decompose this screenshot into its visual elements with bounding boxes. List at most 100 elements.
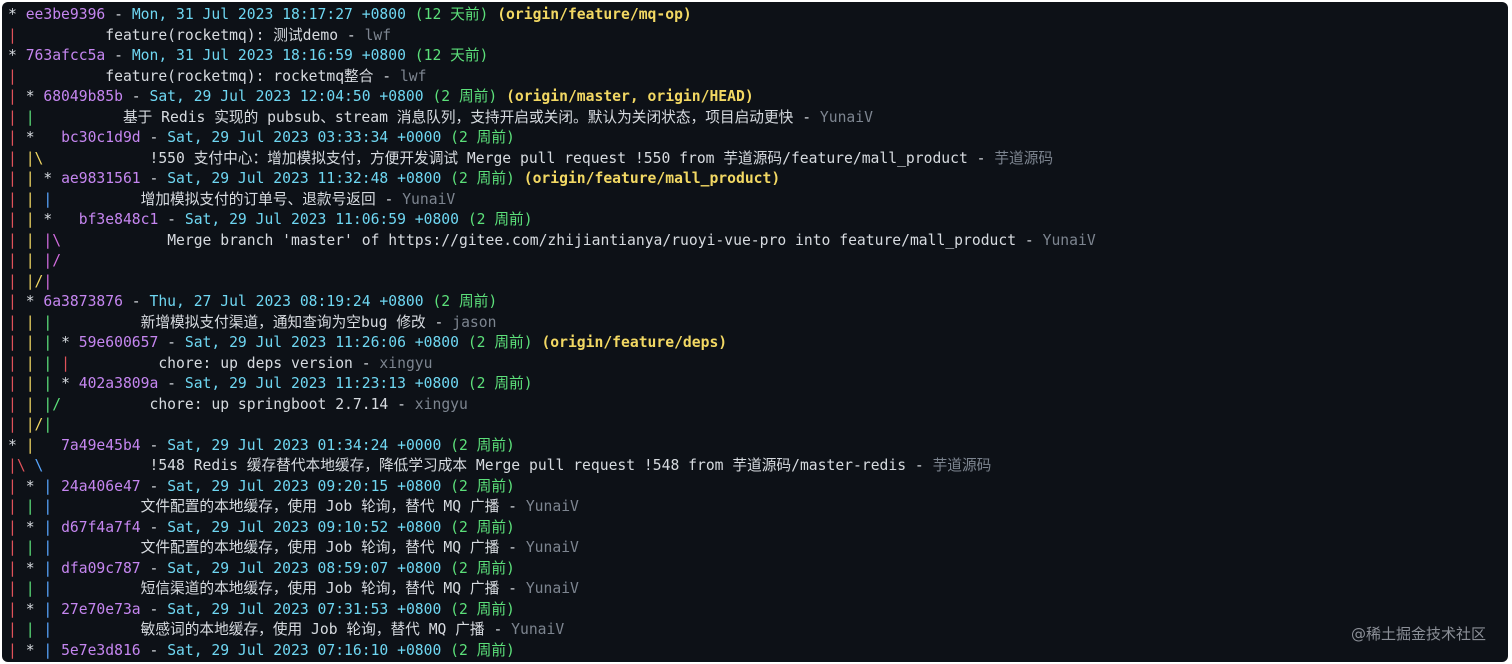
graph-segment: |: [8, 518, 26, 536]
commit-subject: 增加模拟支付的订单号、退款号返回: [140, 190, 376, 208]
graph-segment: *: [25, 600, 44, 618]
graph-segment: |: [8, 272, 26, 290]
commit-author: YunaiV: [511, 621, 565, 638]
separator: -: [140, 600, 168, 618]
separator: -: [158, 375, 185, 392]
commit-hash[interactable]: bf3e848c1: [79, 211, 159, 228]
commit-message-line: | feature(rocketmq): rocketmq整合 - lwf: [8, 67, 1508, 88]
branch-refs[interactable]: (origin/feature/deps): [541, 334, 727, 351]
relative-time: (2 周前): [450, 641, 515, 659]
relative-time: (2 周前): [450, 559, 515, 577]
commit-date: Sat, 29 Jul 2023 09:10:52 +0800: [167, 518, 442, 536]
graph-segment: |: [43, 621, 53, 638]
separator: -: [140, 170, 168, 187]
separator: -: [158, 211, 185, 228]
commit-hash[interactable]: 402a3809a: [79, 375, 159, 392]
graph-segment: |: [43, 313, 53, 331]
graph-segment: |: [25, 395, 44, 413]
graph-segment: |/: [25, 416, 44, 433]
padding: [61, 232, 167, 249]
commit-message-line: | | | 增加模拟支付的订单号、退款号返回 - YunaiV: [8, 190, 1508, 211]
separator: -: [425, 313, 453, 331]
graph-segment: |: [8, 26, 17, 44]
branch-refs[interactable]: (origin/feature/mall_product): [524, 170, 780, 187]
commit-date: Sat, 29 Jul 2023 07:16:10 +0800: [167, 641, 442, 659]
branch-refs[interactable]: (origin/feature/mq-op): [497, 6, 692, 23]
graph-segment: *: [43, 170, 62, 187]
graph-segment: |: [43, 539, 53, 556]
graph-segment: |: [43, 498, 53, 515]
commit-hash[interactable]: 24a406e47: [61, 478, 141, 495]
padding: [17, 68, 105, 85]
separator: -: [338, 26, 365, 44]
separator: -: [105, 47, 132, 64]
commit-line: | * | d67f4a7f4 - Sat, 29 Jul 2023 09:10…: [8, 518, 1508, 539]
commit-author: lwf: [364, 26, 392, 44]
commit-date: Sat, 29 Jul 2023 11:06:59 +0800: [184, 211, 459, 228]
graph-segment: |: [8, 539, 26, 556]
commit-line: | | * ae9831561 - Sat, 29 Jul 2023 11:32…: [8, 169, 1508, 190]
commit-hash[interactable]: 68049b85b: [43, 88, 123, 105]
separator: -: [140, 518, 168, 536]
graph-segment: |: [25, 170, 44, 187]
graph-segment: |: [25, 211, 44, 228]
separator: -: [388, 395, 415, 413]
commit-hash[interactable]: 6a3873876: [43, 293, 123, 310]
separator: -: [1016, 231, 1043, 249]
commit-hash[interactable]: 27e70e73a: [61, 601, 141, 618]
commit-date: Thu, 27 Jul 2023 08:19:24 +0800: [149, 293, 424, 310]
commit-author: xingyu: [379, 354, 433, 372]
commit-author: YunaiV: [525, 498, 579, 515]
relative-time: (2 周前): [450, 518, 515, 536]
graph-segment: |: [43, 641, 62, 659]
commit-line: | * 6a3873876 - Thu, 27 Jul 2023 08:19:2…: [8, 292, 1508, 313]
commit-hash[interactable]: 7a49e45b4: [61, 437, 141, 454]
padding: [52, 314, 140, 331]
commit-hash[interactable]: 5e7e3d816: [61, 642, 141, 659]
commit-message-line: | | | 文件配置的本地缓存，使用 Job 轮询，替代 MQ 广播 - Yun…: [8, 497, 1508, 518]
commit-hash[interactable]: ee3be9396: [26, 6, 106, 23]
graph-segment: |: [8, 88, 26, 105]
graph-segment: |: [61, 354, 70, 372]
commit-author: 芋道源码: [994, 149, 1054, 167]
commit-line: | * | 27e70e73a - Sat, 29 Jul 2023 07:31…: [8, 600, 1508, 621]
graph-segment: *: [8, 6, 26, 23]
graph-segment: *: [8, 436, 26, 454]
commit-line: | | * bf3e848c1 - Sat, 29 Jul 2023 11:06…: [8, 210, 1508, 231]
commit-message-line: | feature(rocketmq): 测试demo - lwf: [8, 26, 1508, 47]
separator: -: [793, 108, 820, 126]
graph-segment: |: [8, 313, 26, 331]
graph-segment: |: [8, 621, 26, 638]
commit-message-line: | | | 敏感词的本地缓存，使用 Job 轮询，替代 MQ 广播 - Yuna…: [8, 620, 1508, 641]
commit-line: | * | dfa09c787 - Sat, 29 Jul 2023 08:59…: [8, 559, 1508, 580]
commit-hash[interactable]: d67f4a7f4: [61, 519, 141, 536]
graph-segment: |: [8, 375, 26, 392]
separator: -: [499, 498, 526, 515]
commit-hash[interactable]: bc30c1d9d: [61, 129, 141, 146]
commit-hash[interactable]: 59e600657: [79, 334, 159, 351]
commit-hash[interactable]: 763afcc5a: [26, 47, 106, 64]
terminal-window[interactable]: * ee3be9396 - Mon, 31 Jul 2023 18:17:27 …: [2, 2, 1508, 662]
graph-segment: |: [8, 67, 17, 85]
commit-author: lwf: [399, 67, 427, 85]
branch-refs[interactable]: (origin/master, origin/HEAD): [506, 88, 754, 105]
commit-hash[interactable]: dfa09c787: [61, 560, 141, 577]
graph-segment: *: [43, 211, 79, 228]
relative-time: (2 周前): [450, 477, 515, 495]
commit-author: YunaiV: [819, 108, 873, 126]
commit-hash[interactable]: ae9831561: [61, 170, 141, 187]
graph-segment: |: [8, 580, 26, 597]
commit-line: | * bc30c1d9d - Sat, 29 Jul 2023 03:33:3…: [8, 128, 1508, 149]
commit-message-line: | | | | chore: up deps version - xingyu: [8, 354, 1508, 375]
commit-date: Sat, 29 Jul 2023 01:34:24 +0000: [167, 436, 442, 454]
commit-line: | * | 5e7e3d816 - Sat, 29 Jul 2023 07:16…: [8, 641, 1508, 662]
commit-line: * ee3be9396 - Mon, 31 Jul 2023 18:17:27 …: [8, 5, 1508, 26]
padding: [70, 355, 158, 372]
graph-segment: |: [8, 641, 26, 659]
graph-segment: |\: [25, 149, 44, 167]
separator: -: [105, 6, 132, 23]
